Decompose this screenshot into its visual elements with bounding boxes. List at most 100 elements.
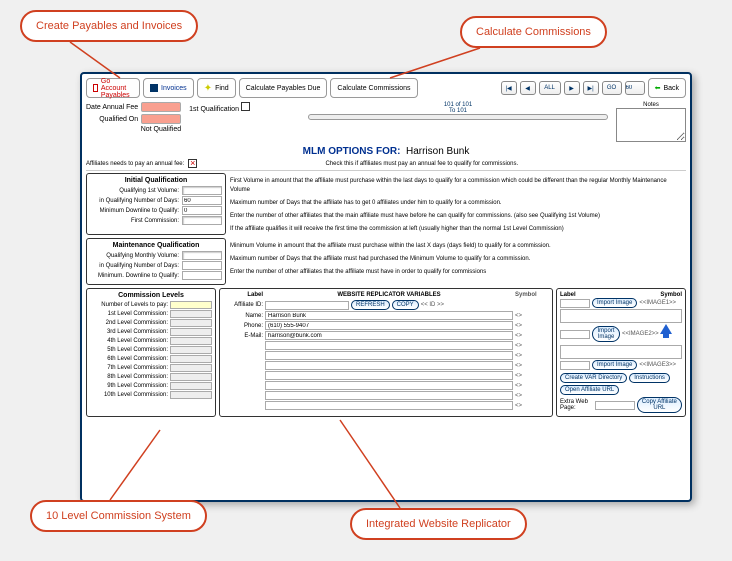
extra-web-label: Extra Web Page:: [560, 399, 593, 411]
notes-textarea[interactable]: [616, 108, 686, 142]
calculate-payables-button[interactable]: Calculate Payables Due: [239, 78, 328, 98]
callout-payables: Create Payables and Invoices: [20, 10, 198, 42]
up-arrow-icon[interactable]: [660, 324, 672, 334]
web-var-row: Phone: <>: [223, 321, 549, 330]
level10-input[interactable]: [170, 391, 212, 399]
web-symbol: <>: [515, 313, 549, 319]
web-var-row: Affiliate ID: REFRESH COPY << ID >>: [223, 300, 549, 310]
web-label-header: Label: [223, 292, 263, 298]
web-row-label: Phone:: [223, 323, 263, 329]
nav-prev-button[interactable]: ◀: [520, 81, 536, 95]
web-header: WEBSITE REPLICATOR VARIABLES: [267, 292, 511, 298]
init-qual-desc: First Volume in amount that the affiliat…: [230, 173, 686, 238]
web-var-row: <>: [223, 361, 549, 370]
qualified-on-label: Qualified On: [99, 116, 138, 123]
date-annual-input[interactable]: [141, 102, 181, 112]
record-counter: 101 of 101 To 101: [308, 102, 608, 114]
import-image2-button[interactable]: Import Image: [592, 326, 620, 342]
web-symbol: <>: [515, 333, 549, 339]
web-var-input-7[interactable]: [265, 371, 513, 380]
web-var-input-4[interactable]: [265, 341, 513, 350]
copy-button[interactable]: COPY: [392, 300, 419, 310]
maint-downline-input[interactable]: [182, 271, 222, 280]
date-annual-label: Date Annual Fee: [86, 104, 138, 111]
level8-input[interactable]: [170, 373, 212, 381]
first-commission-input[interactable]: [182, 216, 222, 225]
nav-all-button[interactable]: ALL: [539, 81, 561, 95]
level5-input[interactable]: [170, 346, 212, 354]
img2-preview: [560, 345, 682, 359]
web-var-input-5[interactable]: [265, 351, 513, 360]
web-symbol: <>: [515, 383, 549, 389]
web-var-row: <>: [223, 351, 549, 360]
maint-r1-label: Qualifying Monthly Volume:: [106, 253, 179, 259]
img2-label-input[interactable]: [560, 330, 590, 339]
web-var-input-10[interactable]: [265, 401, 513, 410]
invoices-button[interactable]: Invoices: [143, 78, 194, 98]
nav-go-input[interactable]: [625, 81, 645, 95]
import-image3-button[interactable]: Import Image: [592, 360, 637, 370]
level7-input[interactable]: [170, 364, 212, 372]
extra-web-input[interactable]: [595, 401, 635, 410]
web-var-input-6[interactable]: [265, 361, 513, 370]
num-levels-label: Number of Levels to pay:: [101, 302, 168, 308]
level2-input[interactable]: [170, 319, 212, 327]
callout-levels: 10 Level Commission System: [30, 500, 207, 532]
web-symbol: <>: [515, 353, 549, 359]
img-symbol-header: Symbol: [660, 292, 682, 298]
web-symbol: <>: [515, 403, 549, 409]
web-var-row: <>: [223, 401, 549, 410]
img2-symbol: <<IMAGE2>>: [622, 331, 656, 337]
commission-levels-box: Commission Levels Number of Levels to pa…: [86, 288, 216, 417]
web-var-input-1[interactable]: [265, 311, 513, 320]
level6-input[interactable]: [170, 355, 212, 363]
annual-fee-checkbox[interactable]: [188, 159, 197, 168]
level3-input[interactable]: [170, 328, 212, 336]
web-row-label: E-Mail:: [223, 333, 263, 339]
nav-first-button[interactable]: |◀: [501, 81, 517, 95]
web-symbol-header: Symbol: [515, 292, 549, 298]
comm-title: Commission Levels: [90, 292, 212, 299]
open-affiliate-url-button[interactable]: Open Affiliate URL: [560, 385, 619, 395]
qualifying-days-input[interactable]: [182, 196, 222, 205]
scrollbar[interactable]: [308, 114, 608, 120]
create-var-button[interactable]: Create VAR Directory: [560, 373, 627, 383]
qualifying-1st-volume-input[interactable]: [182, 186, 222, 195]
maint-qual-title: Maintenance Qualification: [90, 242, 222, 249]
img3-symbol: <<IMAGE3>>: [639, 362, 673, 368]
toolbar: Go Account Payables Invoices ✦Find Calcu…: [86, 78, 686, 98]
web-var-input-2[interactable]: [265, 321, 513, 330]
qualified-on-input[interactable]: [141, 114, 181, 124]
affiliate-id-input[interactable]: [265, 301, 349, 310]
first-qual-checkbox[interactable]: [241, 102, 250, 111]
nav-last-button[interactable]: ▶|: [583, 81, 599, 95]
nav-go-button[interactable]: GO: [602, 81, 622, 95]
instructions-button[interactable]: Instructions: [629, 373, 670, 383]
level9-input[interactable]: [170, 382, 212, 390]
maintenance-qualification-box: Maintenance Qualification Qualifying Mon…: [86, 238, 226, 285]
level4-input[interactable]: [170, 337, 212, 345]
refresh-button[interactable]: REFRESH: [351, 300, 390, 310]
qualifying-monthly-volume-input[interactable]: [182, 251, 222, 260]
maint-days-input[interactable]: [182, 261, 222, 270]
web-var-input-8[interactable]: [265, 381, 513, 390]
callout-replicator: Integrated Website Replicator: [350, 508, 527, 540]
initial-qualification-box: Initial Qualification Qualifying 1st Vol…: [86, 173, 226, 235]
web-symbol: <>: [515, 343, 549, 349]
nav-next-button[interactable]: ▶: [564, 81, 580, 95]
web-var-row: <>: [223, 391, 549, 400]
img1-label-input[interactable]: [560, 299, 590, 308]
web-var-input-9[interactable]: [265, 391, 513, 400]
min-downline-input[interactable]: [182, 206, 222, 215]
num-levels-input[interactable]: [170, 301, 212, 309]
img1-preview: [560, 309, 682, 323]
copy-affiliate-url-button[interactable]: Copy Affiliate URL: [637, 397, 682, 413]
init-r2-label: in Qualifying Number of Days:: [99, 198, 179, 204]
find-button[interactable]: ✦Find: [197, 78, 236, 98]
web-var-input-3[interactable]: [265, 331, 513, 340]
annual-fee-label: Affiliates needs to pay an annual fee:: [86, 161, 184, 167]
import-image1-button[interactable]: Import Image: [592, 298, 637, 308]
img3-label-input[interactable]: [560, 361, 590, 370]
level1-input[interactable]: [170, 310, 212, 318]
back-button[interactable]: ⬅Back: [648, 78, 686, 98]
